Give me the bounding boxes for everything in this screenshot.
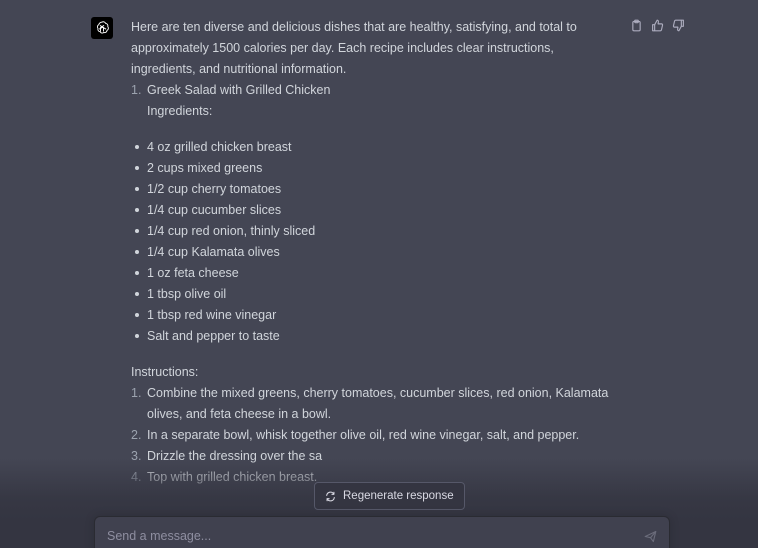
regenerate-response-button[interactable]: Regenerate response [314, 482, 465, 510]
recipe-number: 1. [131, 83, 142, 97]
list-item: 4 oz grilled chicken breast [131, 137, 611, 158]
copy-button[interactable] [630, 19, 643, 32]
message-composer [94, 516, 670, 548]
clipboard-icon [632, 19, 641, 32]
openai-logo-icon [96, 21, 109, 34]
list-item: 1. Combine the mixed greens, cherry toma… [131, 383, 611, 425]
instructions-list: 1. Combine the mixed greens, cherry toma… [131, 383, 611, 488]
instructions-label: Instructions: [131, 365, 199, 379]
list-item: 1/4 cup red onion, thinly sliced [131, 221, 611, 242]
list-item: 1/4 cup cucumber slices [131, 200, 611, 221]
recipe-title: Greek Salad with Grilled Chicken [147, 83, 331, 97]
list-item: 1 tbsp red wine vinegar [131, 305, 611, 326]
list-item: 1/4 cup Kalamata olives [131, 242, 611, 263]
list-item: 1/2 cup cherry tomatoes [131, 179, 611, 200]
thumbs-up-button[interactable] [651, 19, 664, 32]
message-input[interactable] [107, 527, 627, 545]
step-text: Top with grilled chicken breast. [147, 470, 318, 484]
regenerate-label: Regenerate response [343, 490, 454, 502]
list-item: 2 cups mixed greens [131, 158, 611, 179]
thumbs-down-button[interactable] [672, 19, 685, 32]
step-text: In a separate bowl, whisk together olive… [147, 428, 580, 442]
step-number: 4. [131, 470, 142, 484]
step-text: Drizzle the dressing over the sa [147, 449, 323, 463]
ingredients-label: Ingredients: [147, 104, 213, 118]
list-item: 1 oz feta cheese [131, 263, 611, 284]
message-intro: Here are ten diverse and delicious dishe… [131, 20, 577, 76]
list-item: 1 tbsp olive oil [131, 284, 611, 305]
send-icon [644, 530, 656, 542]
thumbs-down-icon [672, 19, 684, 32]
thumbs-up-icon [652, 19, 664, 32]
ingredients-list: 4 oz grilled chicken breast 2 cups mixed… [131, 137, 611, 347]
step-number: 2. [131, 428, 142, 442]
assistant-message: Here are ten diverse and delicious dishe… [131, 17, 611, 488]
refresh-icon [326, 491, 335, 501]
list-item: 3. Drizzle the dressing over the sa [131, 446, 611, 467]
assistant-avatar [91, 17, 113, 39]
step-number: 3. [131, 449, 142, 463]
message-actions [630, 19, 685, 32]
list-item: 2. In a separate bowl, whisk together ol… [131, 425, 611, 446]
send-button[interactable] [643, 529, 657, 543]
step-number: 1. [131, 386, 142, 400]
list-item: Salt and pepper to taste [131, 326, 611, 347]
recipe-item: 1. Greek Salad with Grilled Chicken Ingr… [131, 80, 611, 122]
chat-app: Here are ten diverse and delicious dishe… [0, 0, 758, 548]
step-text: Combine the mixed greens, cherry tomatoe… [147, 386, 609, 421]
